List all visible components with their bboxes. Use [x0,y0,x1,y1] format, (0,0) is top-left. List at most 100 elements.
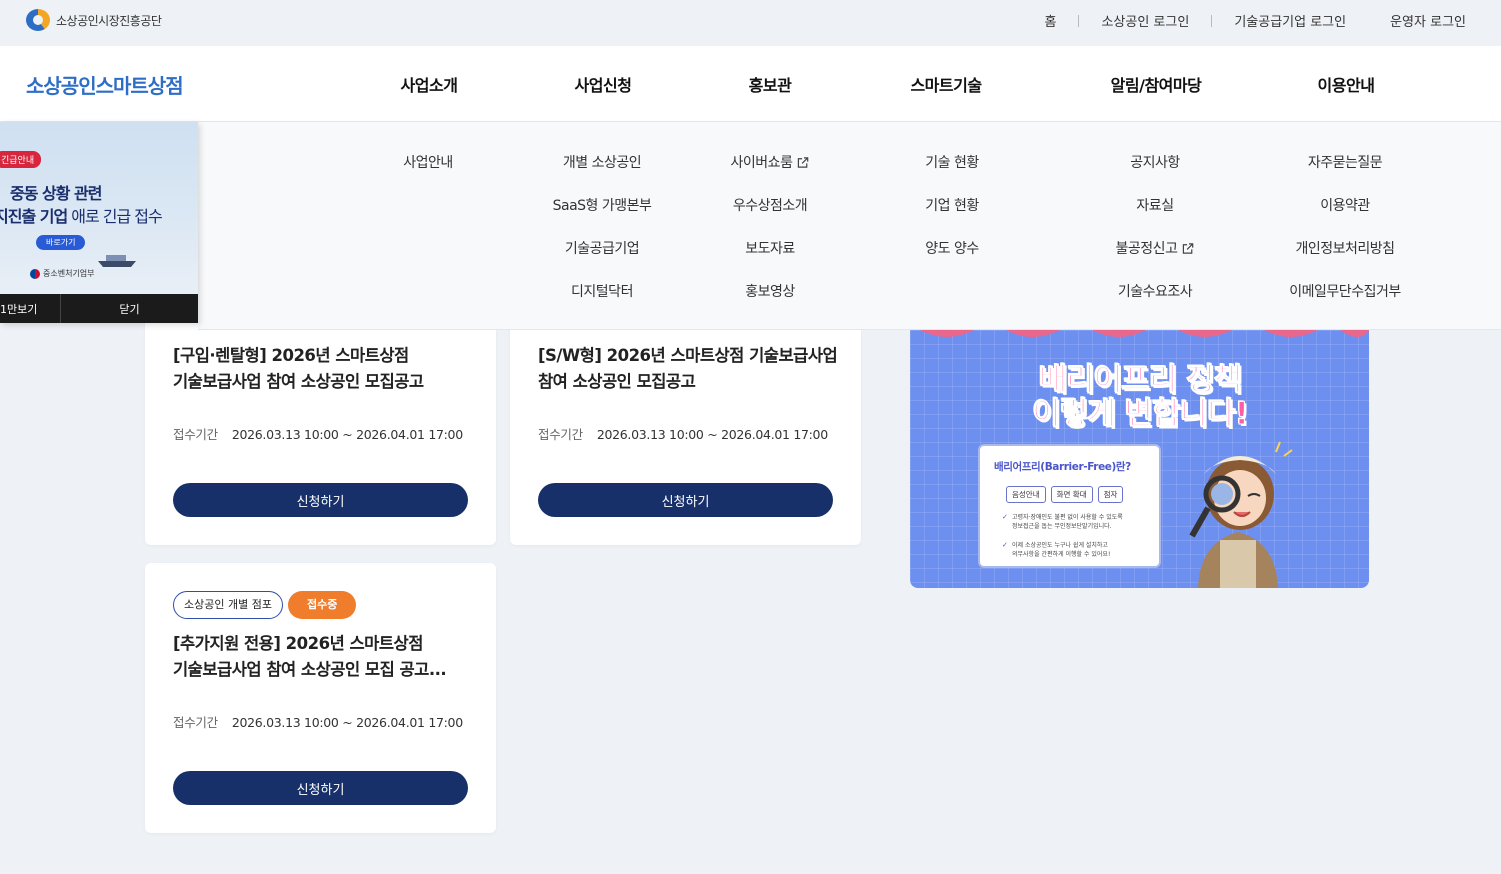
promo-desc-2: 이제 소상공인도 누구나 쉽게 설치하고 의무사항을 간편하게 이행할 수 있어… [1002,541,1111,559]
submenu-company-status[interactable]: 기업 현황 [925,195,979,215]
submenu-demand-survey[interactable]: 기술수요조사 [1118,281,1193,301]
external-link-icon [797,156,809,168]
card-title[interactable]: [S/W형] 2026년 스마트상점 기술보급사업 참여 소상공인 모집공고 [538,343,838,395]
submenu-transfer[interactable]: 양도 양수 [925,238,979,258]
submenu-terms[interactable]: 이용약관 [1320,195,1370,215]
submenu-cyber-showroom[interactable]: 사이버쇼룸 [731,152,810,172]
submenu-resources[interactable]: 자료실 [1136,195,1174,215]
card-period: 접수기간 2026.03.13 10:00 ~ 2026.04.01 17:00 [173,712,463,731]
popup-subheadline: 지진출 기업 애로 긴급 접수 [0,203,163,227]
promo-desc-line: 고령자·장애인도 불편 없이 사용할 수 있도록 [1012,514,1123,521]
card-title-line: 참여 소상공인 모집공고 [538,372,696,391]
nav-promotion[interactable]: 홍보관 [749,72,792,96]
admin-login-link[interactable]: 운영자 로그인 [1390,11,1466,30]
popup-close-button[interactable]: 닫기 [61,294,198,323]
nav-guide[interactable]: 이용안내 [1318,72,1375,96]
site-logo[interactable]: 소상공인스마트상점 [26,70,184,99]
divider [1078,14,1080,27]
notice-card: [S/W형] 2026년 스마트상점 기술보급사업 참여 소상공인 모집공고 접… [510,300,861,545]
submenu-faq[interactable]: 자주묻는질문 [1308,152,1383,172]
promo-desc-1: 고령자·장애인도 불편 없이 사용할 수 있도록 정보접근을 돕는 무인정보단말… [1002,513,1123,531]
submenu-tech-status[interactable]: 기술 현황 [925,152,979,172]
popup-subheadline-bold: 지진출 기업 [0,207,68,226]
ministry-name: 중소벤처기업부 [43,269,95,278]
submenu-tech-supplier[interactable]: 기술공급기업 [565,238,640,258]
popup-headline: 중동 상황 관련 [10,184,102,203]
hide-today-button[interactable]: 1만보기 [0,294,61,323]
promo-subtitle: 이렇게 변합니다! [1032,396,1250,433]
mega-dropdown-menu: 사업안내 개별 소상공인 SaaS형 가맹본부 기술공급기업 디지털닥터 사이버… [198,122,1501,330]
submenu-individual-merchant[interactable]: 개별 소상공인 [563,152,642,172]
card-title-line: [구입·렌탈형] 2026년 스마트상점 [173,346,409,365]
card-title-line: 기술보급사업 참여 소상공인 모집공고 [173,372,424,391]
main-navigation: 소상공인스마트상점 사업소개 사업신청 홍보관 스마트기술 알림/참여마당 이용… [0,46,1501,122]
card-period: 접수기간 2026.03.13 10:00 ~ 2026.04.01 17:00 [538,424,828,443]
chip-voice: 음성안내 [1006,486,1046,503]
period-value: 2026.03.13 10:00 ~ 2026.04.01 17:00 [231,427,463,442]
submenu-best-stores[interactable]: 우수상점소개 [733,195,808,215]
nav-smart-tech[interactable]: 스마트기술 [910,72,982,96]
period-label: 접수기간 [173,715,218,730]
submenu-digital-doctor[interactable]: 디지털닥터 [571,281,633,301]
promo-chips: 음성안내 화면 확대 점자 [1006,486,1124,503]
ship-icon [98,255,136,267]
supplier-login-link[interactable]: 기술공급기업 로그인 [1234,11,1346,30]
submenu-press[interactable]: 보도자료 [745,238,795,258]
submenu-saas-franchise[interactable]: SaaS형 가맹본부 [553,195,652,215]
promo-box-title: 배리어프리(Barrier-Free)란? [994,461,1131,473]
popup-footer: 1만보기 닫기 [0,294,198,323]
org-logo-link[interactable]: 소상공인시장진흥공단 [26,9,162,31]
card-title[interactable]: [구입·렌탈형] 2026년 스마트상점 기술보급사업 참여 소상공인 모집공고 [173,343,473,395]
apply-button[interactable]: 신청하기 [538,483,833,517]
promo-desc-line: 정보접근을 돕는 무인정보단말기입니다. [1012,523,1112,530]
card-period: 접수기간 2026.03.13 10:00 ~ 2026.04.01 17:00 [173,424,463,443]
apply-button[interactable]: 신청하기 [173,771,468,805]
utility-links: 홈 소상공인 로그인 기술공급기업 로그인 운영자 로그인 [1044,11,1466,30]
card-title-line: [S/W형] 2026년 스마트상점 기술보급사업 [538,346,838,365]
taegeuk-icon [30,268,40,279]
card-title-line: [추가지원 전용] 2026년 스마트상점 [173,634,423,653]
nav-notice-participation[interactable]: 알림/참여마당 [1111,72,1202,96]
chip-zoom: 화면 확대 [1050,486,1093,503]
org-logo-icon [26,9,50,31]
gov-ministry-logo: 중소벤처기업부 [30,268,95,279]
period-value: 2026.03.13 10:00 ~ 2026.04.01 17:00 [596,427,828,442]
barrier-free-promo-banner[interactable]: 배리어프리 정책 이렇게 변합니다! 배리어프리(Barrier-Free)란?… [910,330,1369,588]
promo-desc-line: 의무사항을 간편하게 이행할 수 있어요! [1012,551,1111,558]
submenu-privacy[interactable]: 개인정보처리방침 [1295,238,1395,258]
urgent-popup: 긴급안내 중동 상황 관련 지진출 기업 애로 긴급 접수 바로가기 중소벤처기… [0,122,198,323]
submenu-label: 사이버쇼룸 [730,155,793,171]
home-link[interactable]: 홈 [1044,11,1056,30]
type-badge: 소상공인 개별 점포 [173,591,283,619]
awning-decoration [920,330,1369,337]
submenu-email-refusal[interactable]: 이메일무단수집거부 [1289,281,1401,301]
notice-card: [구입·렌탈형] 2026년 스마트상점 기술보급사업 참여 소상공인 모집공고… [145,300,496,545]
status-badge: 접수중 [287,591,357,619]
chip-braille: 점자 [1097,486,1124,503]
card-title-line: 기술보급사업 참여 소상공인 모집 공고... [173,660,447,679]
promo-info-box: 배리어프리(Barrier-Free)란? 음성안내 화면 확대 점자 고령자·… [978,444,1161,568]
apply-button[interactable]: 신청하기 [173,483,468,517]
popup-subheadline-rest: 애로 긴급 접수 [67,207,162,226]
character-illustration [1189,441,1293,588]
card-title[interactable]: [추가지원 전용] 2026년 스마트상점 기술보급사업 참여 소상공인 모집 … [173,631,473,683]
popup-banner-image[interactable]: 긴급안내 중동 상황 관련 지진출 기업 애로 긴급 접수 바로가기 중소벤처기… [0,122,198,294]
submenu-promo-video[interactable]: 홍보영상 [745,281,795,301]
submenu-notices[interactable]: 공지사항 [1130,152,1180,172]
submenu-business-guide[interactable]: 사업안내 [403,152,453,172]
top-utility-bar: 소상공인시장진흥공단 홈 소상공인 로그인 기술공급기업 로그인 운영자 로그인 [0,0,1501,46]
period-label: 접수기간 [538,427,583,442]
nav-business-intro[interactable]: 사업소개 [401,72,458,96]
urgent-tag: 긴급안내 [0,151,42,168]
submenu-unfair-report[interactable]: 불공정신고 [1116,238,1195,258]
promo-desc-line: 이제 소상공인도 누구나 쉽게 설치하고 [1012,542,1108,549]
external-link-icon [1182,242,1194,254]
submenu-label: 불공정신고 [1115,241,1178,257]
card-badges: 소상공인 개별 점포 접수중 [173,591,357,619]
period-value: 2026.03.13 10:00 ~ 2026.04.01 17:00 [231,715,463,730]
notice-card: 소상공인 개별 점포 접수중 [추가지원 전용] 2026년 스마트상점 기술보… [145,563,496,833]
popup-go-button[interactable]: 바로가기 [36,235,86,250]
merchant-login-link[interactable]: 소상공인 로그인 [1101,11,1189,30]
org-name: 소상공인시장진흥공단 [56,13,162,28]
nav-apply[interactable]: 사업신청 [575,72,632,96]
